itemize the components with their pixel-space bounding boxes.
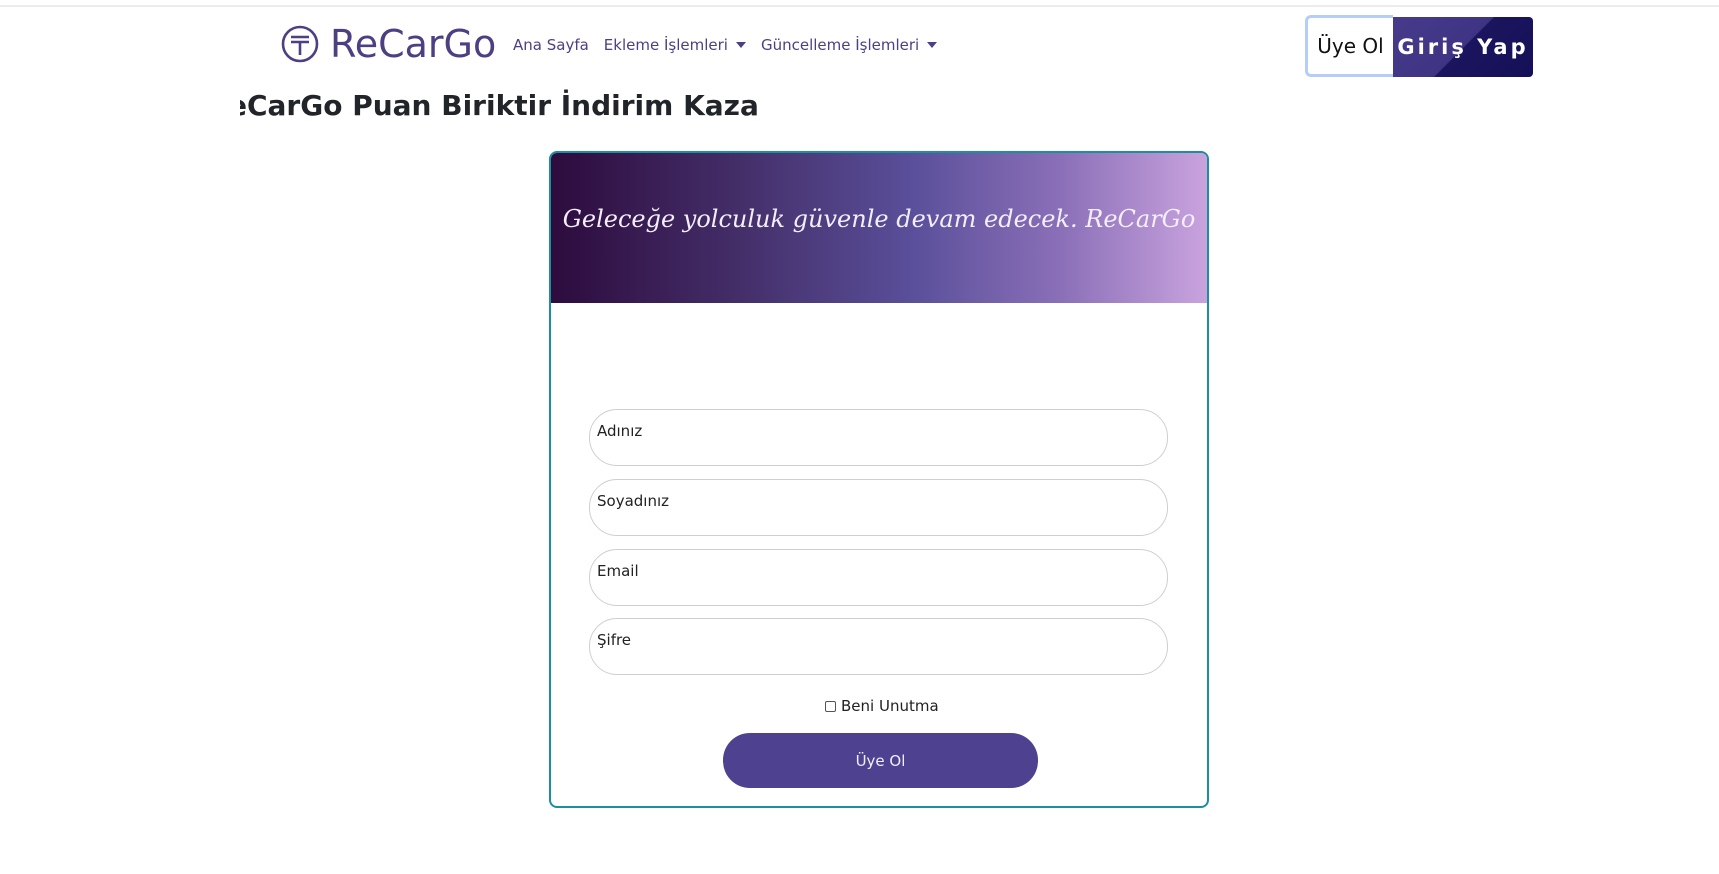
remember-me-label: Beni Unutma bbox=[841, 697, 939, 715]
nav-item-label: Ekleme İşlemleri bbox=[603, 36, 728, 54]
remember-me-checkbox[interactable] bbox=[825, 700, 836, 712]
nav-item-home[interactable]: Ana Sayfa bbox=[513, 36, 589, 54]
brand-name: ReCarGo bbox=[330, 22, 497, 66]
card-tagline: Geleceğe yolculuk güvenle devam edecek. … bbox=[562, 205, 1196, 233]
currency-circle-icon bbox=[281, 25, 319, 63]
nav-item-label: Ana Sayfa bbox=[513, 36, 589, 54]
register-card: Geleceğe yolculuk güvenle devam edecek. … bbox=[549, 151, 1209, 808]
register-button[interactable]: Üye Ol bbox=[1305, 15, 1393, 77]
last-name-field[interactable]: Soyadınız bbox=[589, 479, 1168, 536]
password-field[interactable]: Şifre bbox=[589, 618, 1168, 675]
login-button[interactable]: Giriş Yap bbox=[1393, 17, 1533, 77]
brand-logo-link[interactable]: ReCarGo bbox=[280, 22, 496, 66]
headline-text: eCarGo Puan Biriktir İndirim Kazan! bbox=[240, 89, 760, 122]
nav-item-update-operations-dropdown[interactable]: Güncelleme İşlemleri bbox=[760, 36, 938, 54]
page-headline: eCarGo Puan Biriktir İndirim Kazan! bbox=[240, 88, 760, 124]
submit-register-button[interactable]: Üye Ol bbox=[723, 733, 1038, 788]
email-field[interactable]: Email bbox=[589, 549, 1168, 606]
last-name-label: Soyadınız bbox=[597, 492, 670, 510]
main-nav: Ana Sayfa Ekleme İşlemleri Güncelleme İş… bbox=[513, 36, 952, 54]
email-label: Email bbox=[597, 562, 639, 580]
caret-down-icon bbox=[927, 42, 938, 48]
caret-down-icon bbox=[735, 42, 746, 48]
first-name-field[interactable]: Adınız bbox=[589, 409, 1168, 466]
top-divider bbox=[0, 5, 1719, 7]
first-name-label: Adınız bbox=[597, 422, 643, 440]
password-label: Şifre bbox=[597, 631, 632, 649]
card-banner: Geleceğe yolculuk güvenle devam edecek. … bbox=[551, 153, 1207, 303]
nav-item-add-operations-dropdown[interactable]: Ekleme İşlemleri bbox=[604, 36, 746, 54]
nav-item-label: Güncelleme İşlemleri bbox=[760, 36, 920, 54]
remember-me-toggle[interactable]: Beni Unutma bbox=[825, 697, 939, 715]
